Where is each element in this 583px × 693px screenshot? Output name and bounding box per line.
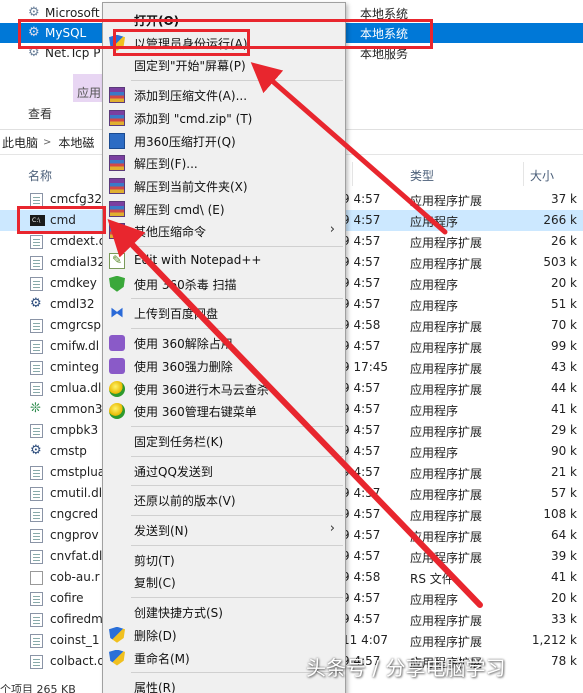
arrow-to-cmd <box>107 219 483 608</box>
screenshot-stage: ⚙ Microsoft 本地系统 ⚙ MySQL 本地系统 ⚙ Net.Tcp P 本地服务 应… <box>0 0 583 693</box>
watermark: 头条号 / 分享电脑学习 <box>306 656 506 680</box>
annotation-arrows <box>107 62 483 608</box>
arrow-to-run-as-admin <box>250 62 448 235</box>
